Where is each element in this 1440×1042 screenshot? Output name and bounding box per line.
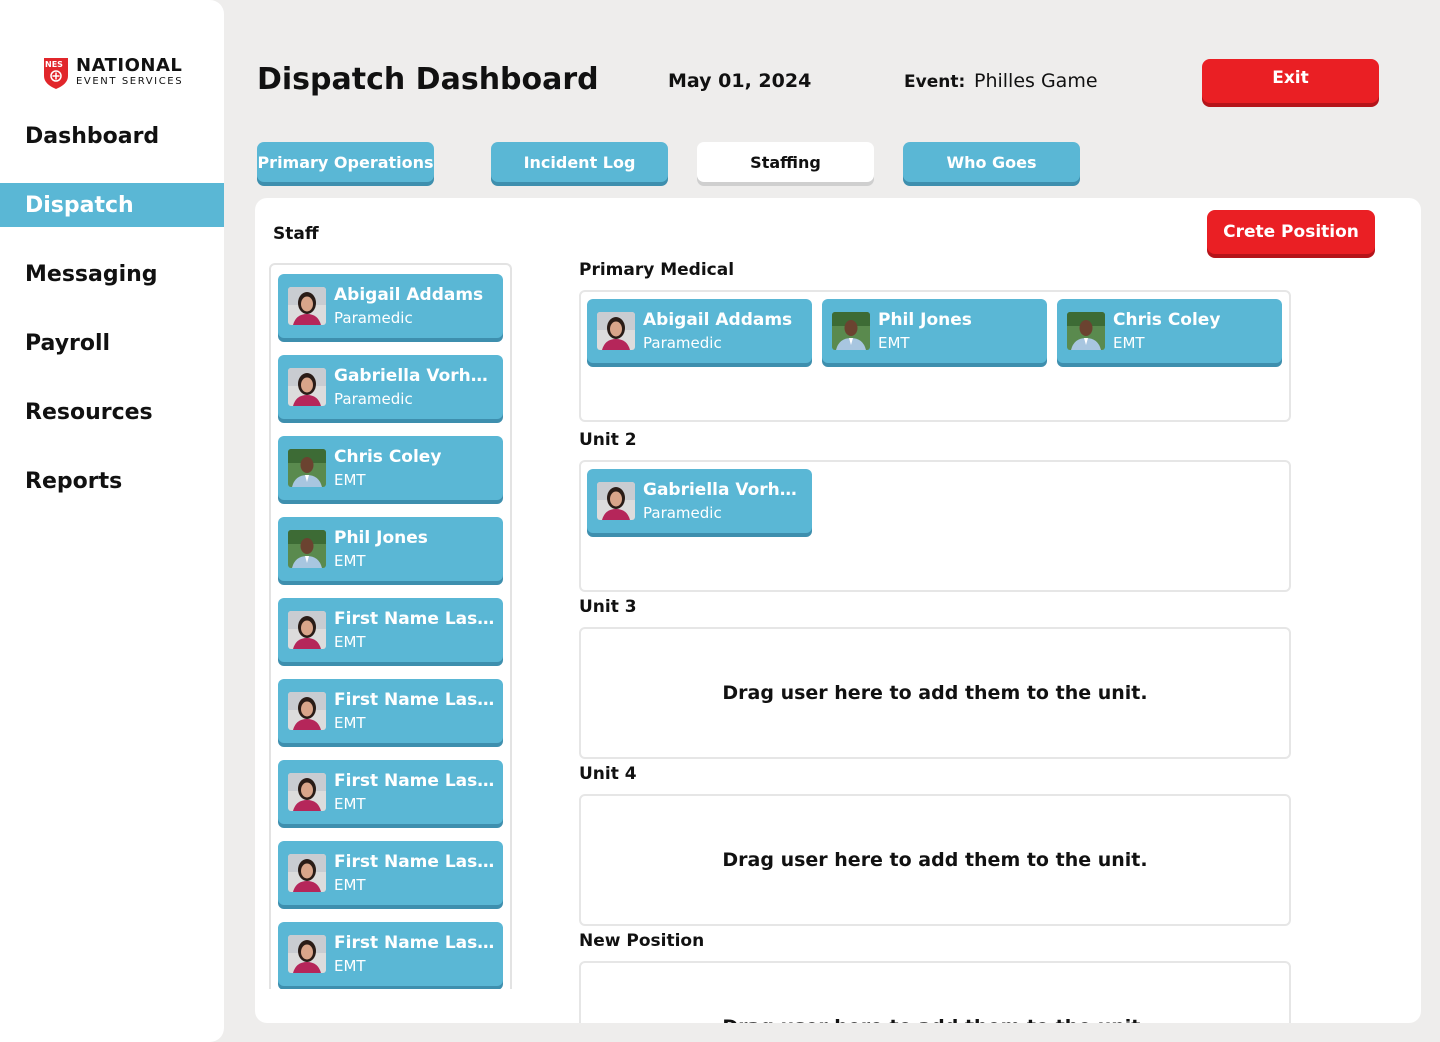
staff-card[interactable]: Phil Jones EMT: [278, 517, 503, 581]
brand-logo[interactable]: NES NATIONAL EVENT SERVICES: [42, 52, 202, 92]
woman-avatar-icon: [288, 368, 326, 406]
position-label: Unit 3: [579, 597, 637, 617]
staff-name: First Name Last...: [334, 851, 499, 872]
drop-hint: Drag user here to add them to the unit.: [581, 1016, 1289, 1023]
staff-name: Chris Coley: [1113, 309, 1221, 330]
staff-name: Abigail Addams: [334, 284, 484, 305]
tab-staffing[interactable]: Staffing: [697, 142, 874, 182]
woman-avatar-icon: [288, 287, 326, 325]
tab-who-goes[interactable]: Who Goes: [903, 142, 1080, 182]
event-name: Philles Game: [974, 70, 1098, 92]
staff-card[interactable]: First Name Last... EMT: [278, 922, 503, 986]
page-title: Dispatch Dashboard: [257, 62, 599, 97]
position-label: Unit 2: [579, 430, 637, 450]
nav-item-payroll[interactable]: Payroll: [0, 321, 224, 365]
position-dropzone[interactable]: Drag user here to add them to the unit.: [579, 961, 1291, 1023]
man-avatar-icon: [288, 449, 326, 487]
staff-name: Phil Jones: [334, 527, 428, 548]
woman-avatar-icon: [288, 935, 326, 973]
staff-role: EMT: [334, 795, 366, 814]
staff-card[interactable]: Abigail Addams Paramedic: [587, 299, 812, 363]
nav-item-dispatch[interactable]: Dispatch: [0, 183, 224, 227]
drop-hint: Drag user here to add them to the unit.: [722, 849, 1148, 871]
woman-avatar-icon: [288, 773, 326, 811]
staff-card[interactable]: First Name Last... EMT: [278, 679, 503, 743]
staff-name: Gabriella Vorhees: [334, 365, 499, 386]
tab-incident-log[interactable]: Incident Log: [491, 142, 668, 182]
drop-hint: Drag user here to add them to the unit.: [722, 682, 1148, 704]
staff-name: Phil Jones: [878, 309, 972, 330]
staff-name: First Name Last...: [334, 608, 499, 629]
position-dropzone[interactable]: Drag user here to add them to the unit.: [579, 627, 1291, 759]
staff-role: EMT: [334, 552, 366, 571]
logo-subtitle: EVENT SERVICES: [76, 76, 184, 87]
man-avatar-icon: [1067, 312, 1105, 350]
staff-card[interactable]: Phil Jones EMT: [822, 299, 1047, 363]
staff-role: EMT: [878, 334, 910, 353]
staff-name: Abigail Addams: [643, 309, 793, 330]
nav-item-resources[interactable]: Resources: [0, 390, 224, 434]
staff-role: Paramedic: [334, 390, 413, 409]
staff-role: Paramedic: [643, 504, 722, 523]
staff-role: EMT: [334, 471, 366, 490]
staff-role: Paramedic: [334, 309, 413, 328]
staff-name: First Name Last...: [334, 770, 499, 791]
woman-avatar-icon: [597, 482, 635, 520]
staff-role: EMT: [334, 714, 366, 733]
staff-card[interactable]: Chris Coley EMT: [1057, 299, 1282, 363]
nav-item-reports[interactable]: Reports: [0, 459, 224, 503]
woman-avatar-icon: [288, 854, 326, 892]
position-dropzone[interactable]: Drag user here to add them to the unit.: [579, 794, 1291, 926]
staff-role: EMT: [334, 876, 366, 895]
nav-item-dashboard[interactable]: Dashboard: [0, 114, 224, 158]
staff-role: EMT: [1113, 334, 1145, 353]
man-avatar-icon: [288, 530, 326, 568]
staff-name: First Name Last...: [334, 932, 499, 953]
position-label: New Position: [579, 931, 705, 951]
position-dropzone[interactable]: Gabriella Vorhees Paramedic: [579, 460, 1291, 592]
staff-role: Paramedic: [643, 334, 722, 353]
staff-card[interactable]: Gabriella Vorhees Paramedic: [587, 469, 812, 533]
woman-avatar-icon: [288, 692, 326, 730]
nav-item-messaging[interactable]: Messaging: [0, 252, 224, 296]
shield-logo-icon: NES: [42, 54, 70, 90]
create-position-button[interactable]: Crete Position: [1207, 210, 1375, 254]
event-date: May 01, 2024: [668, 70, 812, 92]
staff-card[interactable]: First Name Last... EMT: [278, 598, 503, 662]
staff-name: Chris Coley: [334, 446, 442, 467]
staff-card[interactable]: Chris Coley EMT: [278, 436, 503, 500]
position-label: Unit 4: [579, 764, 637, 784]
sidebar: NES NATIONAL EVENT SERVICES Dashboard Di…: [0, 0, 224, 1042]
event-label: Event:: [904, 72, 966, 92]
position-dropzone[interactable]: Abigail Addams Paramedic Phil Jones EMT Chri…: [579, 290, 1291, 422]
staffing-panel: Staff Crete Position Abigail Addams Param…: [255, 198, 1421, 1023]
staff-card[interactable]: First Name Last... EMT: [278, 841, 503, 905]
staff-name: First Name Last...: [334, 689, 499, 710]
staff-name: Gabriella Vorhees: [643, 479, 808, 500]
exit-button[interactable]: Exit: [1202, 59, 1379, 103]
logo-name: NATIONAL: [76, 55, 183, 76]
staff-role: EMT: [334, 957, 366, 976]
staff-card[interactable]: Abigail Addams Paramedic: [278, 274, 503, 338]
logo-badge: NES: [45, 60, 63, 69]
tab-primary-operations[interactable]: Primary Operations: [257, 142, 434, 182]
staff-heading: Staff: [273, 224, 319, 244]
man-avatar-icon: [832, 312, 870, 350]
staff-card[interactable]: First Name Last... EMT: [278, 760, 503, 824]
staff-card[interactable]: Gabriella Vorhees Paramedic: [278, 355, 503, 419]
staff-role: EMT: [334, 633, 366, 652]
woman-avatar-icon: [288, 611, 326, 649]
woman-avatar-icon: [597, 312, 635, 350]
staff-list[interactable]: Abigail Addams Paramedic Gabriella Vorhees…: [269, 263, 512, 989]
position-label: Primary Medical: [579, 260, 735, 280]
